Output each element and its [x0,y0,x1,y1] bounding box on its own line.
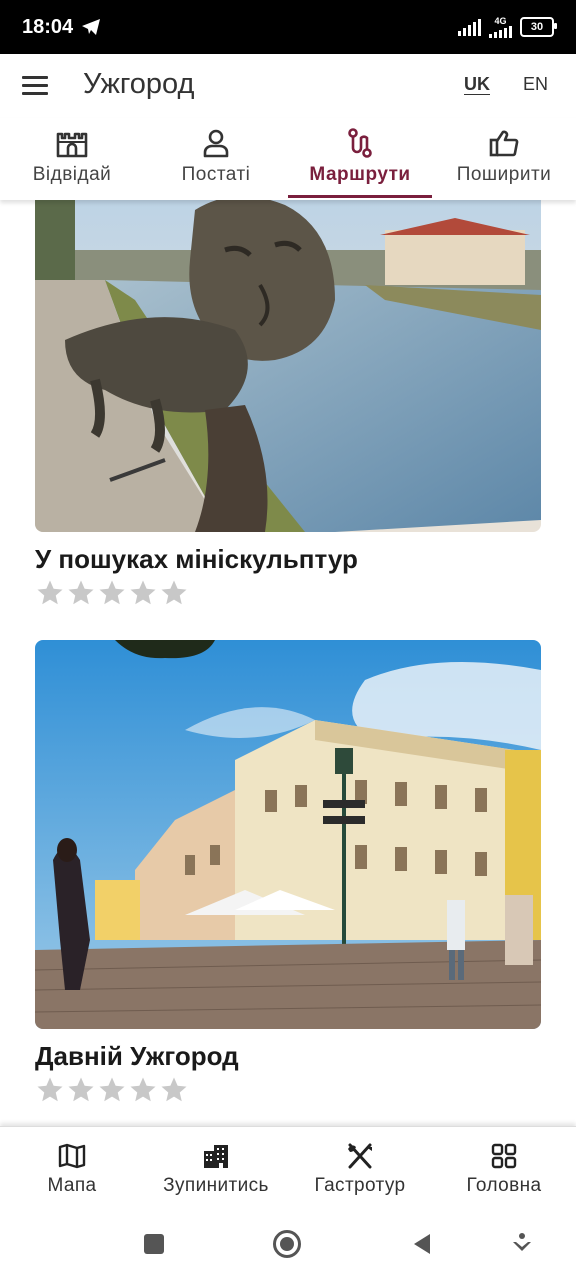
star-empty-icon [68,1077,94,1102]
hide-keyboard-icon[interactable] [512,1232,532,1256]
status-time: 18:04 [22,15,74,38]
language-uk-button[interactable]: UK [464,74,490,95]
star-empty-icon [161,1077,187,1102]
rating-stars[interactable] [35,578,541,608]
battery-level: 30 [530,21,544,33]
status-left: 18:04 [22,16,101,39]
tab-share[interactable]: Поширити [432,118,576,200]
grid-icon [491,1143,517,1169]
route-title: Давній Ужгород [35,1041,239,1071]
star-empty-icon [37,1077,63,1102]
app-bar: Ужгород UK EN [0,54,576,118]
bottom-navigation: Мапа Зупинитись Гастротур Головна [0,1126,576,1215]
route-image-miniature-sculpture [35,200,541,532]
rating-stars[interactable] [35,1075,541,1105]
route-image-old-uzhhorod [35,640,541,1029]
star-empty-icon [130,580,156,605]
tab-label: Маршрути [309,164,411,185]
routes-list: У пошуках мініскульптур Давній Ужгород [0,200,576,1126]
tab-label: Поширити [456,164,552,185]
building-icon [204,1145,228,1168]
map-icon [58,1143,86,1169]
person-icon [203,129,229,158]
nav-label: Зупинитись [163,1175,269,1196]
signal-icon [458,18,481,36]
nav-label: Головна [466,1175,542,1196]
star-empty-icon [161,580,187,605]
thumbs-up-icon [489,130,519,157]
language-en-button[interactable]: EN [523,74,548,95]
route-card[interactable]: Давній Ужгород [35,640,541,1105]
signal-icon-2 [489,25,512,38]
nav-home[interactable]: Головна [432,1127,576,1215]
tab-routes[interactable]: Маршрути [288,118,432,200]
tab-label: Відвідай [32,164,112,185]
page-title: Ужгород [83,68,195,100]
star-empty-icon [99,580,125,605]
nav-label: Мапа [47,1175,97,1196]
star-empty-icon [68,580,94,605]
tab-label: Постаті [181,164,251,185]
battery-icon: 30 [520,17,557,37]
route-title: У пошуках мініскульптур [35,544,358,574]
star-empty-icon [99,1077,125,1102]
network-type: 4G [494,15,507,26]
system-navigation-bar [0,1214,576,1280]
castle-icon [56,132,88,158]
recents-square-icon[interactable] [142,1232,166,1256]
nav-stay[interactable]: Зупинитись [144,1127,288,1215]
telegram-icon [82,19,101,35]
hamburger-menu-icon[interactable] [22,76,48,96]
status-bar: 18:04 4G 30 [0,0,576,54]
route-card[interactable]: У пошуках мініскульптур [35,200,541,608]
home-circle-icon[interactable] [272,1229,302,1259]
status-right: 4G 30 [458,15,557,38]
nav-label: Гастротур [314,1175,406,1196]
route-icon [348,128,372,158]
star-empty-icon [37,580,63,605]
cutlery-icon [348,1143,372,1169]
nav-map[interactable]: Мапа [0,1127,144,1215]
nav-gastro[interactable]: Гастротур [288,1127,432,1215]
tab-visit[interactable]: Відвідай [0,118,144,200]
back-triangle-icon[interactable] [410,1232,434,1256]
tab-figures[interactable]: Постаті [144,118,288,200]
star-empty-icon [130,1077,156,1102]
top-tabs: Відвідай Постаті Маршрути Поширити [0,118,576,200]
